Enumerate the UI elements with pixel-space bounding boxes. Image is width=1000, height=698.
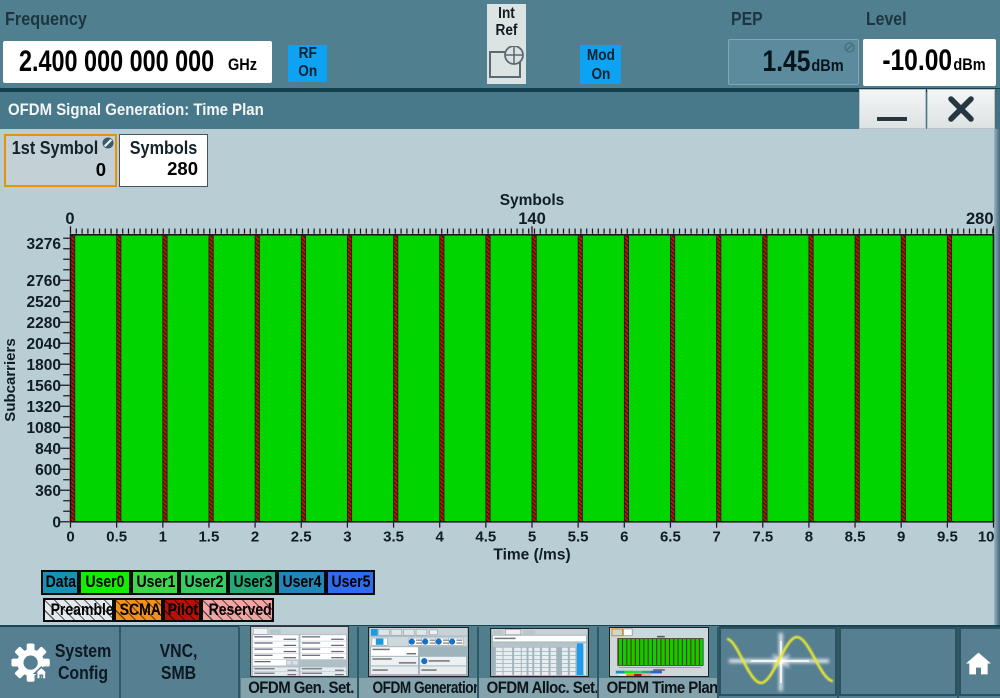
svg-text:6: 6 [620, 529, 628, 546]
svg-text:2.5: 2.5 [291, 529, 312, 546]
svg-text:Symbols: Symbols [500, 192, 565, 209]
svg-text:10: 10 [978, 529, 995, 546]
svg-text:5.5: 5.5 [568, 529, 589, 546]
svg-text:840: 840 [35, 441, 61, 458]
svg-text:6.5: 6.5 [660, 529, 681, 546]
svg-text:2520: 2520 [27, 294, 61, 311]
svg-text:0: 0 [65, 210, 74, 228]
svg-text:Time (/ms): Time (/ms) [493, 547, 570, 564]
svg-text:0: 0 [52, 514, 61, 531]
svg-text:7: 7 [712, 529, 720, 546]
svg-text:8: 8 [805, 529, 813, 546]
svg-text:1.5: 1.5 [198, 529, 219, 546]
svg-text:3: 3 [343, 529, 351, 546]
svg-text:2: 2 [251, 529, 259, 546]
svg-text:5: 5 [528, 529, 536, 546]
svg-text:4.5: 4.5 [475, 529, 496, 546]
svg-text:600: 600 [35, 462, 61, 479]
svg-text:2040: 2040 [27, 336, 61, 353]
svg-text:2760: 2760 [27, 273, 61, 290]
svg-text:9: 9 [897, 529, 905, 546]
svg-text:1: 1 [159, 529, 167, 546]
svg-text:360: 360 [35, 483, 61, 500]
svg-text:140: 140 [518, 210, 546, 228]
svg-text:2280: 2280 [27, 315, 61, 332]
svg-text:1080: 1080 [27, 420, 61, 437]
svg-text:280: 280 [966, 210, 994, 228]
svg-text:0.5: 0.5 [106, 529, 127, 546]
svg-text:1560: 1560 [27, 378, 61, 395]
svg-text:4: 4 [436, 529, 445, 546]
svg-text:Subcarriers: Subcarriers [2, 338, 19, 421]
svg-text:1800: 1800 [27, 357, 61, 374]
svg-text:8.5: 8.5 [845, 529, 866, 546]
svg-text:7.5: 7.5 [752, 529, 773, 546]
svg-text:9.5: 9.5 [937, 529, 958, 546]
svg-text:1320: 1320 [27, 399, 61, 416]
svg-text:0: 0 [66, 529, 74, 546]
svg-text:3.5: 3.5 [383, 529, 404, 546]
svg-text:3276: 3276 [27, 236, 62, 253]
